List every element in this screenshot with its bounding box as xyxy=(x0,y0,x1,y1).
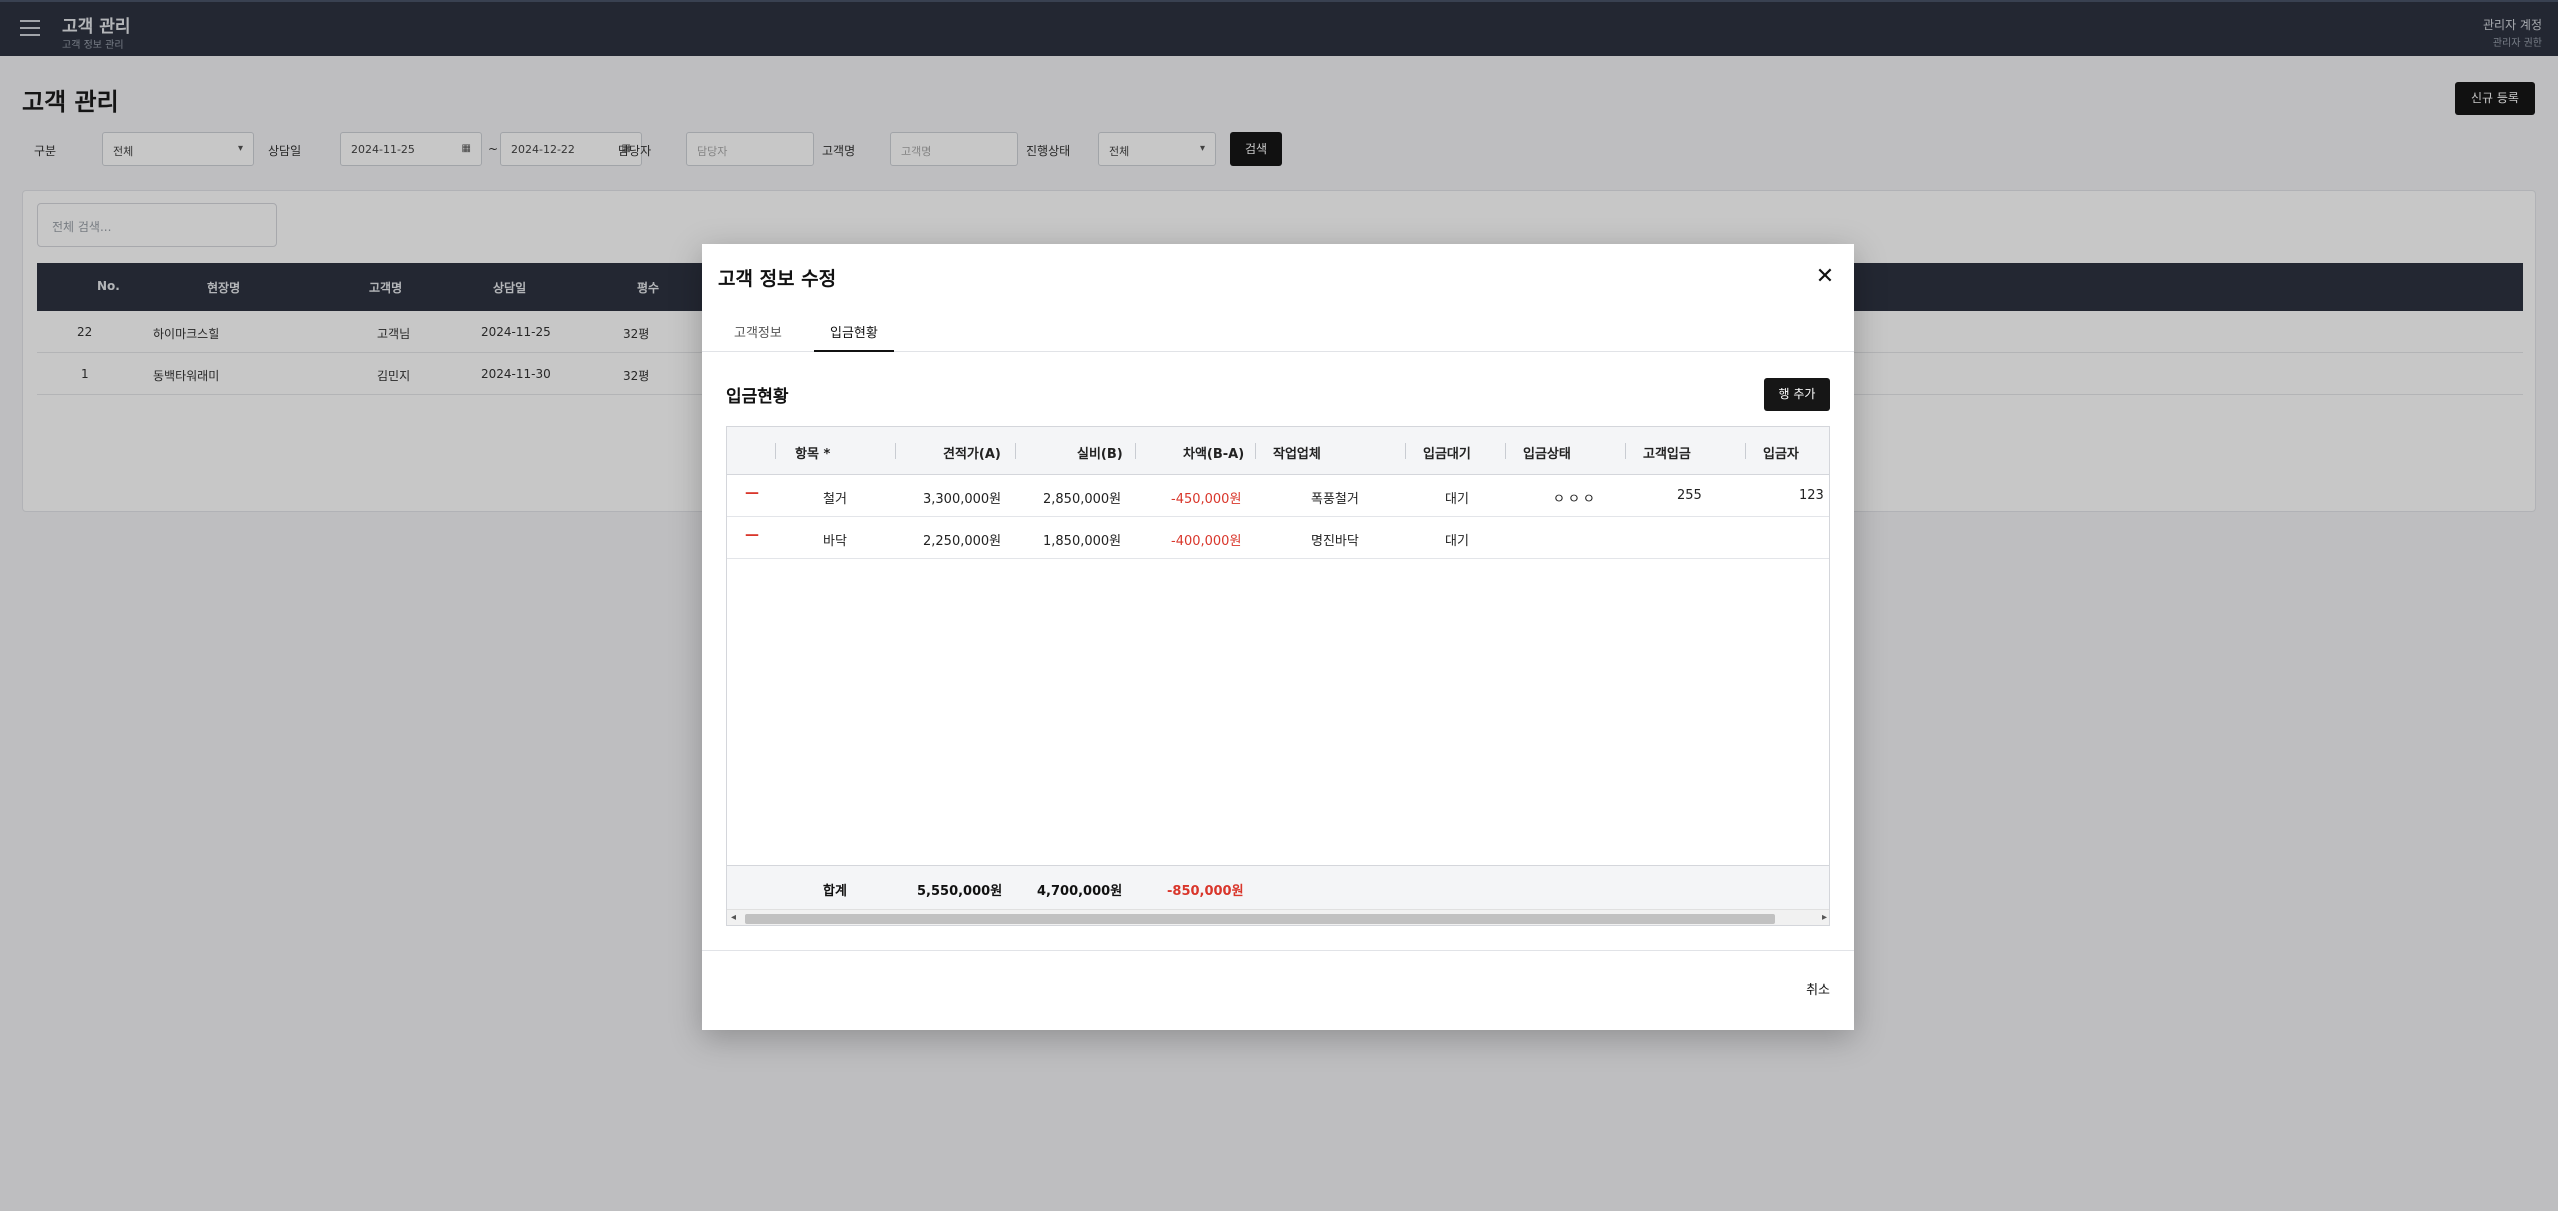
column-header-diff[interactable]: 차액(B-A) xyxy=(1183,443,1244,462)
delete-row-icon[interactable]: — xyxy=(745,527,759,543)
grid-total-row: 합계 5,550,000원 4,700,000원 -850,000원 xyxy=(727,865,1829,909)
modal-tabs: 고객정보 입금현황 xyxy=(702,310,1854,352)
cell-diff: -400,000원 xyxy=(1171,534,1242,549)
modal-title: 고객 정보 수정 xyxy=(718,268,837,290)
close-icon[interactable]: ✕ xyxy=(1812,264,1838,290)
cell-pending[interactable]: 대기 xyxy=(1445,488,1469,507)
scroll-right-icon[interactable]: ▸ xyxy=(1822,912,1827,923)
column-header-customer-deposit[interactable]: 고객입금 xyxy=(1643,443,1691,462)
grid-header: 항목 * 견적가(A) 실비(B) 차액(B-A) 작업업체 입금대기 입금상태… xyxy=(727,427,1829,475)
cell-customer-deposit[interactable]: 255 xyxy=(1677,488,1702,503)
cell-estimate[interactable]: 2,250,000원 xyxy=(923,530,1001,549)
edit-customer-modal: 고객 정보 수정 ✕ 고객정보 입금현황 입금현황 행 추가 항목 * 견적가(… xyxy=(702,244,1854,1030)
total-actual: 4,700,000원 xyxy=(1037,884,1123,899)
table-row[interactable]: — 바닥 2,250,000원 1,850,000원 -400,000원 명진바… xyxy=(727,517,1829,559)
column-divider xyxy=(1745,443,1746,459)
column-divider xyxy=(1405,443,1406,459)
cell-estimate[interactable]: 3,300,000원 xyxy=(923,488,1001,507)
column-divider xyxy=(1255,443,1256,459)
horizontal-scrollbar[interactable]: ◂ ▸ xyxy=(727,909,1829,925)
cell-item[interactable]: 바닥 xyxy=(823,530,847,549)
cell-vendor[interactable]: 폭풍철거 xyxy=(1311,488,1359,507)
tab-payment-status[interactable]: 입금현황 xyxy=(814,322,894,352)
section-title: 입금현황 xyxy=(726,387,789,407)
total-estimate: 5,550,000원 xyxy=(917,884,1003,899)
column-divider xyxy=(1135,443,1136,459)
column-divider xyxy=(1015,443,1016,459)
payment-grid: 항목 * 견적가(A) 실비(B) 차액(B-A) 작업업체 입금대기 입금상태… xyxy=(726,426,1830,926)
add-row-button[interactable]: 행 추가 xyxy=(1764,378,1830,411)
cell-diff: -450,000원 xyxy=(1171,492,1242,507)
modal-footer: 취소 xyxy=(702,950,1854,1030)
cell-vendor[interactable]: 명진바닥 xyxy=(1311,530,1359,549)
column-divider xyxy=(1625,443,1626,459)
column-divider xyxy=(775,443,776,459)
tab-customer-info[interactable]: 고객정보 xyxy=(734,322,782,352)
column-header-item[interactable]: 항목 * xyxy=(795,443,830,462)
column-header-pending[interactable]: 입금대기 xyxy=(1423,443,1471,462)
column-header-vendor[interactable]: 작업업체 xyxy=(1273,443,1321,462)
column-header-actual[interactable]: 실비(B) xyxy=(1077,443,1123,462)
cell-status[interactable]: ㅇㅇㅇ xyxy=(1553,488,1598,507)
column-header-estimate[interactable]: 견적가(A) xyxy=(943,443,1001,462)
column-divider xyxy=(895,443,896,459)
table-row[interactable]: — 철거 3,300,000원 2,850,000원 -450,000원 폭풍철… xyxy=(727,475,1829,517)
total-label: 합계 xyxy=(823,884,847,899)
scrollbar-thumb[interactable] xyxy=(745,914,1775,924)
cell-actual[interactable]: 2,850,000원 xyxy=(1043,488,1121,507)
column-header-status[interactable]: 입금상태 xyxy=(1523,443,1571,462)
delete-row-icon[interactable]: — xyxy=(745,485,759,501)
column-header-depositor[interactable]: 입금자 xyxy=(1763,443,1799,462)
cell-item[interactable]: 철거 xyxy=(823,488,847,507)
total-diff: -850,000원 xyxy=(1167,884,1244,899)
cell-actual[interactable]: 1,850,000원 xyxy=(1043,530,1121,549)
cancel-button[interactable]: 취소 xyxy=(1806,979,1830,998)
cell-depositor[interactable]: 123 xyxy=(1799,488,1824,503)
cell-pending[interactable]: 대기 xyxy=(1445,530,1469,549)
column-divider xyxy=(1505,443,1506,459)
scroll-left-icon[interactable]: ◂ xyxy=(731,912,736,923)
